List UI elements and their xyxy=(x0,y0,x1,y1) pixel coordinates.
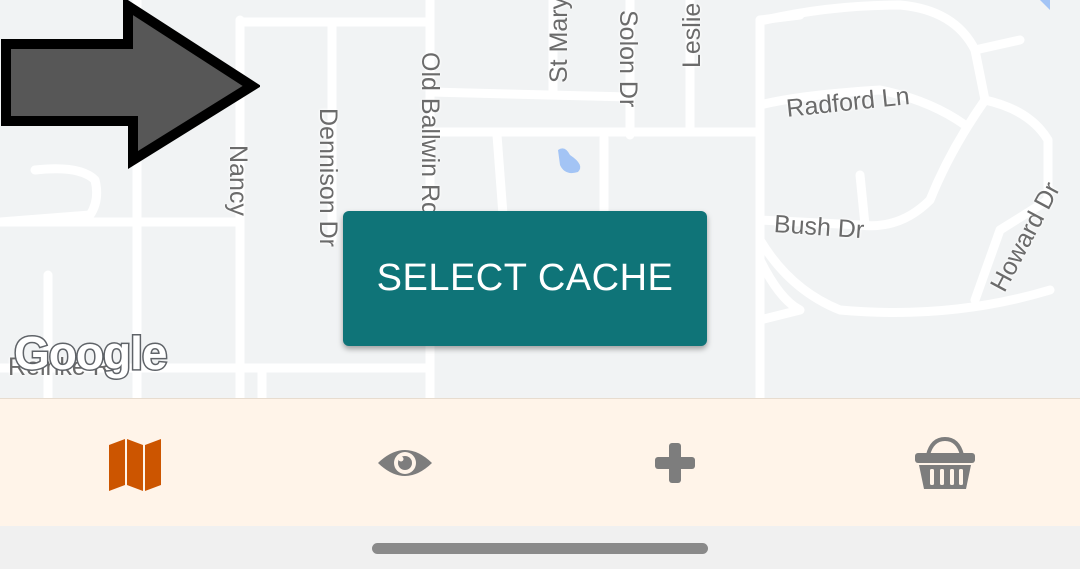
nav-item-watch[interactable] xyxy=(270,399,540,527)
street-label: Leslie xyxy=(678,2,706,68)
nav-item-add[interactable] xyxy=(540,399,810,527)
bottom-navigation xyxy=(0,398,1080,527)
map-icon xyxy=(109,439,161,491)
eye-icon xyxy=(378,450,432,476)
street-label: Dennison Dr xyxy=(314,108,342,247)
basket-icon xyxy=(915,436,975,489)
nav-item-basket[interactable] xyxy=(810,399,1080,527)
select-cache-button[interactable]: SELECT CACHE xyxy=(343,211,707,346)
google-logo: Google xyxy=(12,326,168,381)
nav-item-map[interactable] xyxy=(0,399,270,527)
street-label: Solon Dr xyxy=(614,10,642,108)
street-label: Old Ballwin Rd xyxy=(416,52,444,216)
app-screen: St Mary Solon Dr Leslie Old Ballwin Rd D… xyxy=(0,0,1080,569)
plus-icon xyxy=(655,443,695,483)
street-label: Bush Dr xyxy=(773,210,866,245)
home-gesture-bar[interactable] xyxy=(372,543,708,554)
map-view[interactable]: St Mary Solon Dr Leslie Old Ballwin Rd D… xyxy=(0,0,1080,398)
pointer-arrow-icon xyxy=(1,0,260,169)
street-label: St Mary xyxy=(545,0,573,83)
